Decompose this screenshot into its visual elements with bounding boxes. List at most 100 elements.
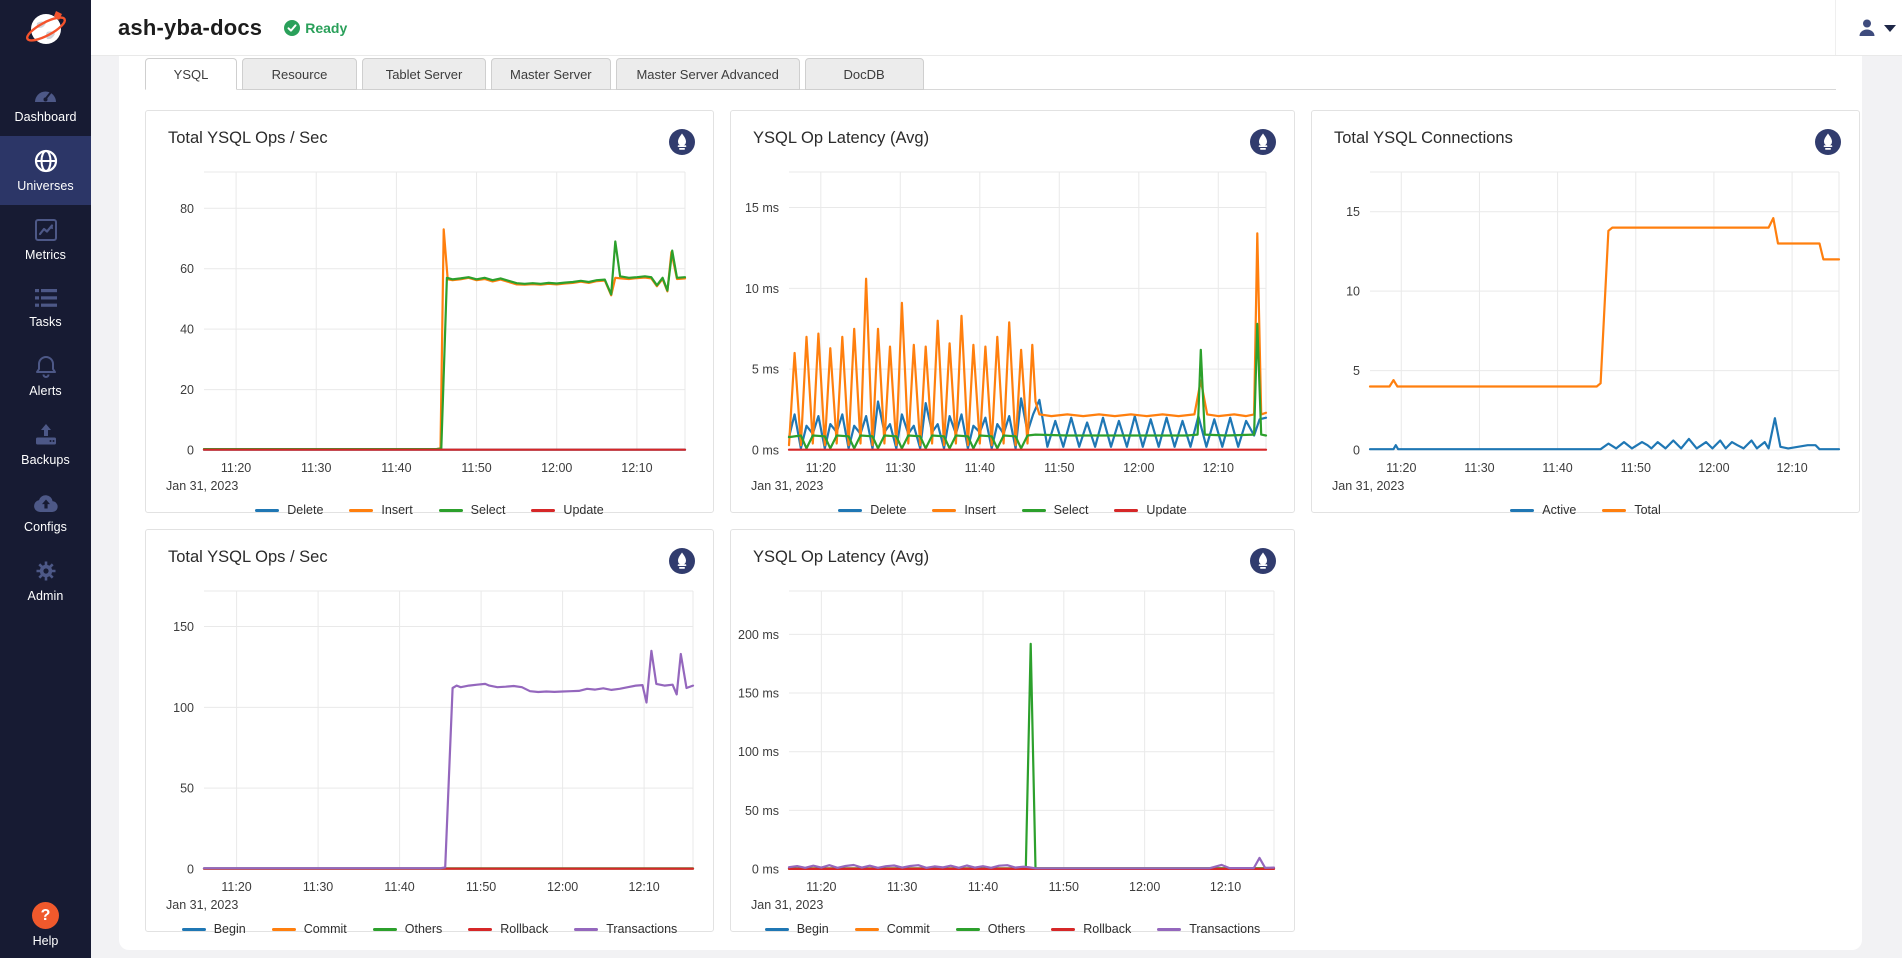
sidebar-item-admin[interactable]: Admin (0, 546, 91, 615)
legend-item-total[interactable]: Total (1602, 503, 1660, 517)
svg-text:0 ms: 0 ms (752, 444, 779, 458)
svg-text:12:10: 12:10 (628, 880, 659, 894)
legend-swatch (272, 928, 296, 931)
sidebar-item-alerts[interactable]: Alerts (0, 341, 91, 410)
svg-text:Jan 31, 2023: Jan 31, 2023 (166, 479, 238, 493)
prometheus-icon[interactable] (1250, 548, 1276, 579)
chart-canvas[interactable]: 0 ms5 ms10 ms15 ms11:2011:3011:4011:5012… (731, 160, 1294, 503)
sidebar-item-configs[interactable]: Configs (0, 479, 91, 546)
legend-item-rollback[interactable]: Rollback (468, 922, 548, 936)
sidebar-item-metrics[interactable]: Metrics (0, 205, 91, 274)
legend-item-commit[interactable]: Commit (855, 922, 930, 936)
svg-text:20: 20 (180, 383, 194, 397)
legend-swatch (956, 928, 980, 931)
svg-text:12:00: 12:00 (1129, 880, 1160, 894)
sidebar-item-help[interactable]: ? Help (0, 902, 91, 948)
yugabyte-logo[interactable] (0, 0, 91, 56)
legend-item-others[interactable]: Others (956, 922, 1026, 936)
legend-item-begin[interactable]: Begin (182, 922, 246, 936)
svg-text:0: 0 (187, 444, 194, 458)
legend-item-commit[interactable]: Commit (272, 922, 347, 936)
svg-text:11:30: 11:30 (887, 880, 917, 894)
legend-item-delete[interactable]: Delete (838, 503, 906, 517)
legend-swatch (932, 509, 956, 512)
tab-master-server[interactable]: Master Server (491, 58, 611, 90)
chart-canvas[interactable]: 0 ms50 ms100 ms150 ms200 ms11:2011:3011:… (731, 579, 1294, 922)
cloud-upload-icon (33, 492, 59, 514)
legend-item-transactions[interactable]: Transactions (574, 922, 677, 936)
svg-text:11:20: 11:20 (221, 461, 251, 475)
svg-text:12:10: 12:10 (621, 461, 652, 475)
legend-swatch (838, 509, 862, 512)
sidebar-item-label: Alerts (29, 384, 62, 398)
sidebar-item-universes[interactable]: Universes (0, 136, 91, 205)
legend-item-others[interactable]: Others (373, 922, 443, 936)
tab-ysql[interactable]: YSQL (145, 58, 237, 90)
bell-icon (34, 354, 58, 378)
tab-resource[interactable]: Resource (242, 58, 357, 90)
svg-text:12:00: 12:00 (541, 461, 572, 475)
prometheus-icon[interactable] (1815, 129, 1841, 160)
svg-text:40: 40 (180, 323, 194, 337)
svg-text:11:20: 11:20 (806, 461, 836, 475)
sidebar-item-tasks[interactable]: Tasks (0, 274, 91, 341)
svg-text:11:40: 11:40 (1542, 461, 1572, 475)
legend-item-rollback[interactable]: Rollback (1051, 922, 1131, 936)
chart-legend: Active Total (1312, 503, 1859, 533)
legend-item-active[interactable]: Active (1510, 503, 1576, 517)
chart-legend: Begin Commit Others Rollback Transactions (146, 922, 713, 952)
svg-text:11:40: 11:40 (384, 880, 414, 894)
svg-text:5: 5 (1353, 364, 1360, 378)
svg-text:11:30: 11:30 (303, 880, 333, 894)
prometheus-icon[interactable] (669, 129, 695, 160)
legend-swatch (439, 509, 463, 512)
svg-text:11:40: 11:40 (381, 461, 411, 475)
legend-swatch (1510, 509, 1534, 512)
svg-text:11:50: 11:50 (1044, 461, 1074, 475)
svg-text:150 ms: 150 ms (738, 687, 779, 701)
user-menu[interactable] (1835, 0, 1902, 55)
svg-text:11:50: 11:50 (461, 461, 491, 475)
svg-text:80: 80 (180, 202, 194, 216)
status-text: Ready (305, 20, 347, 36)
tab-master-server-advanced[interactable]: Master Server Advanced (616, 58, 800, 90)
status-badge: Ready (284, 20, 347, 36)
legend-item-update[interactable]: Update (531, 503, 603, 517)
tab-tablet-server[interactable]: Tablet Server (362, 58, 486, 90)
legend-item-transactions[interactable]: Transactions (1157, 922, 1260, 936)
sidebar-item-label: Universes (17, 179, 73, 193)
legend-item-insert[interactable]: Insert (932, 503, 995, 517)
sidebar-footer: ? Help (0, 902, 91, 958)
chart-canvas[interactable]: 05010015011:2011:3011:4011:5012:0012:10J… (146, 579, 713, 922)
check-circle-icon (284, 20, 300, 36)
legend-item-update[interactable]: Update (1114, 503, 1186, 517)
legend-item-select[interactable]: Select (1022, 503, 1089, 517)
svg-text:11:50: 11:50 (466, 880, 496, 894)
sidebar-item-backups[interactable]: Backups (0, 410, 91, 479)
globe-icon (34, 149, 58, 173)
svg-text:0 ms: 0 ms (752, 863, 779, 877)
legend-swatch (1051, 928, 1075, 931)
svg-text:11:20: 11:20 (806, 880, 836, 894)
prometheus-icon[interactable] (669, 548, 695, 579)
legend-item-begin[interactable]: Begin (765, 922, 829, 936)
sidebar-item-label: Backups (21, 453, 70, 467)
svg-text:15 ms: 15 ms (745, 201, 779, 215)
tab-docdb[interactable]: DocDB (805, 58, 924, 90)
prometheus-icon[interactable] (1250, 129, 1276, 160)
sidebar-item-dashboard[interactable]: Dashboard (0, 70, 91, 136)
legend-swatch (574, 928, 598, 931)
svg-text:12:10: 12:10 (1776, 461, 1807, 475)
gauge-icon (33, 83, 58, 104)
chart-canvas[interactable]: 05101511:2011:3011:4011:5012:0012:10Jan … (1312, 160, 1859, 503)
chart-card-ysql-op-latency: YSQL Op Latency (Avg) 0 ms5 ms10 ms15 ms… (730, 110, 1295, 513)
chart-title: Total YSQL Ops / Sec (168, 548, 328, 567)
chart-canvas[interactable]: 02040608011:2011:3011:4011:5012:0012:10J… (146, 160, 713, 503)
legend-item-select[interactable]: Select (439, 503, 506, 517)
legend-item-delete[interactable]: Delete (255, 503, 323, 517)
svg-text:10: 10 (1346, 285, 1360, 299)
svg-text:11:40: 11:40 (965, 461, 995, 475)
legend-swatch (855, 928, 879, 931)
sidebar-item-label: Admin (28, 589, 64, 603)
legend-item-insert[interactable]: Insert (349, 503, 412, 517)
